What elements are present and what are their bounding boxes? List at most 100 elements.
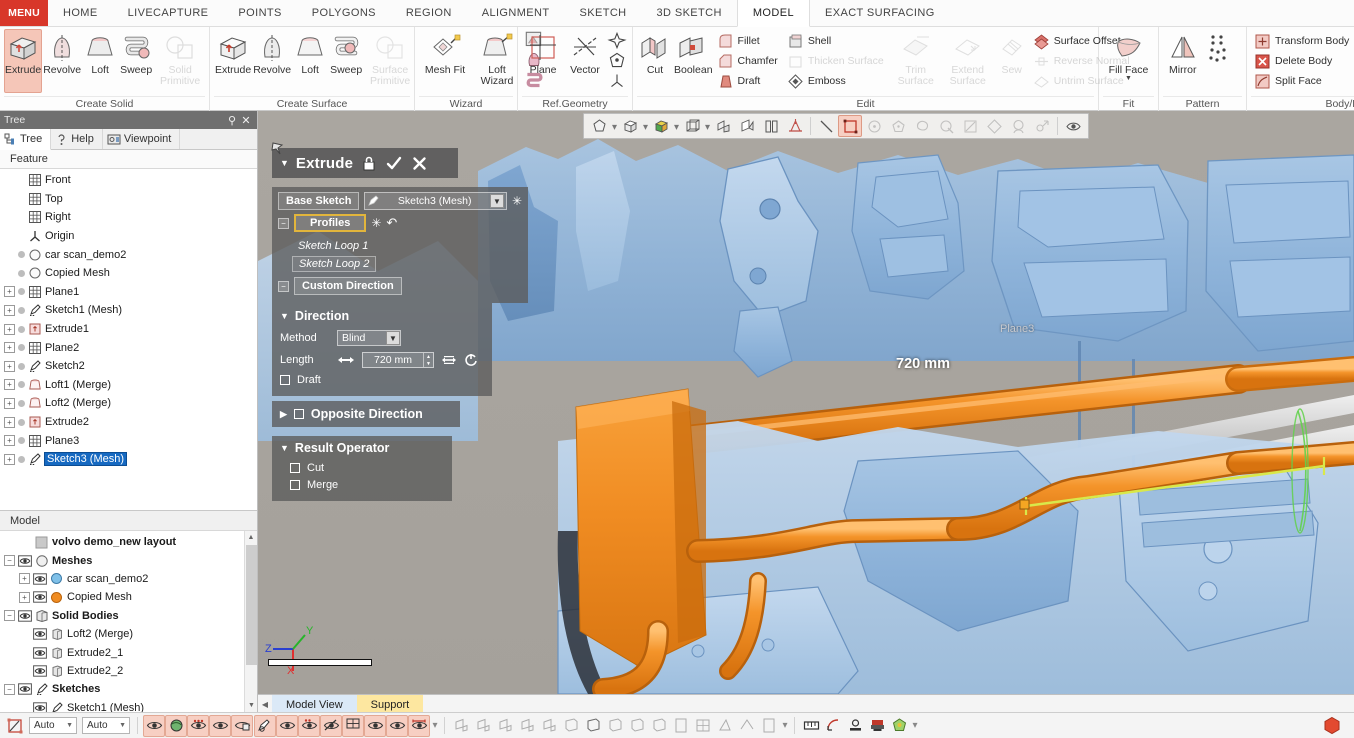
feature-tree-item[interactable]: Top	[0, 190, 257, 209]
model-tree-item[interactable]: −Sketches	[0, 680, 243, 698]
result-operator-header[interactable]: ▼ Result Operator	[280, 441, 444, 455]
view-prev-button[interactable]	[626, 715, 648, 737]
feature-tree-item[interactable]: +Plane1	[0, 283, 257, 302]
hide-plane-button[interactable]	[342, 715, 364, 737]
pin-icon[interactable]: ⚲	[225, 114, 239, 127]
chevron-down-icon[interactable]: ▼	[490, 194, 504, 208]
probe-button[interactable]	[844, 715, 866, 737]
model-tree-item[interactable]: Extrude2_2	[0, 662, 243, 680]
rect-select-button[interactable]	[838, 115, 862, 137]
tab-polygons[interactable]: POLYGONS	[297, 0, 391, 26]
expand-plus-icon[interactable]: +	[19, 592, 30, 603]
vector-button[interactable]: Vector	[564, 29, 606, 93]
view-front-button[interactable]	[450, 715, 472, 737]
direction-section-header[interactable]: ▼ Direction	[280, 309, 484, 323]
hide-dimension-button[interactable]	[408, 715, 430, 737]
shell-button[interactable]: Shell	[784, 31, 890, 51]
emboss-button[interactable]: Emboss	[784, 71, 890, 91]
length-stepper[interactable]: ▲▼	[423, 353, 433, 367]
base-sketch-select[interactable]: Sketch3 (Mesh) ▼	[364, 192, 507, 210]
shaded-color-button[interactable]	[649, 115, 673, 137]
reset-length-icon[interactable]	[464, 353, 478, 367]
display-body-button[interactable]	[231, 715, 253, 737]
wireframe-dropdown-dot[interactable]: ▾	[704, 115, 711, 137]
tab-home[interactable]: HOME	[48, 0, 113, 26]
opposite-direction-checkbox[interactable]	[294, 409, 304, 419]
model-tree[interactable]: volvo demo_new layout−Meshes+car scan_de…	[0, 530, 257, 712]
model-tree-item[interactable]: −Solid Bodies	[0, 607, 243, 625]
undo-icon[interactable]: ↶	[386, 215, 397, 231]
view-page-button[interactable]	[758, 715, 780, 737]
bidirectional-arrow-icon[interactable]	[337, 354, 355, 366]
panel-tab-viewpoint[interactable]: Viewpoint	[103, 129, 181, 149]
tab-alignment[interactable]: ALIGNMENT	[467, 0, 565, 26]
chamfer-button[interactable]: Chamfer	[714, 51, 784, 71]
wireframe-button[interactable]	[680, 115, 704, 137]
surface-deviation-button[interactable]	[735, 115, 759, 137]
view-next-button[interactable]	[648, 715, 670, 737]
hide-pen-button[interactable]	[276, 715, 298, 737]
loft-wizard-button[interactable]: Loft Wizard	[471, 29, 523, 93]
tab-livecapture[interactable]: LIVECAPTURE	[113, 0, 224, 26]
line-select-button[interactable]	[814, 115, 838, 137]
hide-sketch-button[interactable]	[254, 715, 276, 737]
visibility-eye-icon[interactable]	[33, 665, 47, 677]
polygon-ref-icon[interactable]	[606, 50, 628, 70]
feature-tree-item[interactable]: +Sketch2	[0, 357, 257, 376]
expand-plus-icon[interactable]: +	[4, 417, 15, 428]
license-icon[interactable]	[1322, 716, 1342, 736]
delete-body-button[interactable]: Delete Body	[1251, 51, 1354, 71]
collapse-minus-icon[interactable]: −	[4, 610, 15, 621]
feature-tree[interactable]: FrontTopRightOrigincar scan_demo2Copied …	[0, 169, 257, 510]
extrude-dialog-title-bar[interactable]: ▼ Extrude	[272, 148, 458, 178]
model-tree-item[interactable]: +Copied Mesh	[0, 588, 243, 606]
close-icon[interactable]	[410, 154, 428, 172]
display-points-button[interactable]	[187, 715, 209, 737]
revolve-surface-button[interactable]: Revolve	[252, 29, 292, 93]
cut-checkbox[interactable]	[290, 463, 300, 473]
lock-icon[interactable]	[360, 154, 378, 172]
feature-tree-item[interactable]: Right	[0, 208, 257, 227]
clear-selection-icon[interactable]: ✳	[512, 194, 522, 208]
chevron-down-icon[interactable]: ▼	[1125, 75, 1132, 82]
measure-button[interactable]	[800, 715, 822, 737]
plane-button[interactable]: Plane	[522, 29, 564, 93]
selection-mode-button[interactable]	[4, 715, 26, 737]
model-tree-item[interactable]: volvo demo_new layout	[0, 533, 243, 551]
check-icon[interactable]	[385, 154, 403, 172]
section-view-button[interactable]	[711, 115, 735, 137]
expand-plus-icon[interactable]: +	[4, 398, 15, 409]
chevron-down-icon[interactable]: ▼	[66, 722, 73, 729]
merge-checkbox[interactable]	[290, 480, 300, 490]
visibility-eye-icon[interactable]	[33, 628, 47, 640]
method-select[interactable]: Blind ▼	[337, 330, 401, 346]
mirror-button[interactable]: Mirror	[1163, 29, 1203, 93]
view-right-button[interactable]	[516, 715, 538, 737]
model-tree-item[interactable]: Loft2 (Merge)	[0, 625, 243, 643]
view-zoom-button[interactable]	[538, 715, 560, 737]
tab-sketch[interactable]: SKETCH	[564, 0, 641, 26]
shaded-mesh-dropdown-dot[interactable]: ▾	[642, 115, 649, 137]
expand-triangle-icon[interactable]: ▶	[280, 409, 287, 420]
feature-tree-item[interactable]: Copied Mesh	[0, 264, 257, 283]
expand-plus-icon[interactable]: +	[4, 286, 15, 297]
scroll-thumb[interactable]	[246, 545, 257, 665]
tab-model[interactable]: MODEL	[737, 0, 810, 27]
view-clip-button[interactable]	[736, 715, 758, 737]
point-ref-icon[interactable]	[606, 30, 628, 50]
opposite-direction-row[interactable]: ▶ Opposite Direction	[272, 401, 460, 427]
draft-button[interactable]: Draft	[714, 71, 784, 91]
dialog-collapse-icon[interactable]: ▼	[280, 158, 289, 168]
feature-tree-item[interactable]: +Extrude2	[0, 413, 257, 432]
profile-item-2[interactable]: Sketch Loop 2	[292, 256, 376, 272]
result-merge-row[interactable]: Merge	[290, 479, 444, 491]
tab-points[interactable]: POINTS	[223, 0, 296, 26]
mesh-fit-button[interactable]: Mesh Fit	[419, 29, 471, 93]
tab-exact-surfacing[interactable]: EXACT SURFACING	[810, 0, 950, 26]
pattern-button[interactable]	[1203, 29, 1243, 93]
tab-region[interactable]: REGION	[391, 0, 467, 26]
selection-filter-2-select[interactable]: Auto ▼	[82, 717, 130, 734]
model-tree-item[interactable]: −Meshes	[0, 551, 243, 569]
view-group-dot[interactable]: ▾	[781, 720, 789, 731]
tab-3d-sketch[interactable]: 3D SKETCH	[642, 0, 737, 26]
